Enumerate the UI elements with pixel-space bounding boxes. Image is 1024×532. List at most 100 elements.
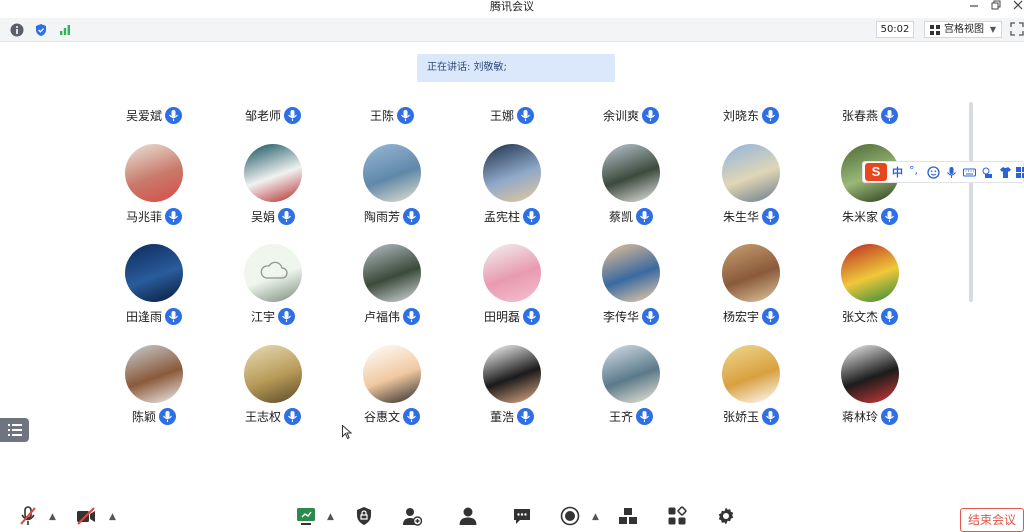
minimize-button[interactable] [964, 0, 984, 14]
input-method-toolbar[interactable]: S 中 °, [862, 161, 1024, 183]
participant-avatar[interactable] [363, 345, 421, 403]
mic-active-icon [881, 308, 898, 325]
participant-name: 朱生华 [723, 210, 760, 224]
participant-name: 谷惠文 [364, 410, 401, 424]
invite-member-icon[interactable] [402, 506, 422, 526]
meeting-timer: 50:02 [876, 21, 914, 38]
participant-name: 吴娟 [251, 210, 276, 224]
participant-avatar[interactable] [602, 244, 660, 302]
participant-name: 王齐 [609, 410, 634, 424]
participant-name: 陶雨芳 [364, 210, 401, 224]
share-screen-icon[interactable] [296, 506, 316, 526]
grid-view-dropdown[interactable]: 宫格视图 ▼ [924, 21, 1002, 38]
emoji-icon[interactable] [927, 166, 940, 179]
window-title: 腾讯会议 [490, 0, 534, 13]
mic-muted-icon[interactable] [18, 506, 38, 526]
participant-name: 余训爽 [603, 109, 640, 123]
mic-active-icon [165, 308, 182, 325]
mic-active-icon [284, 107, 301, 124]
chevron-down-icon: ▼ [989, 25, 996, 34]
mic-active-icon [159, 408, 176, 425]
chevron-up-icon[interactable]: ▲ [327, 512, 334, 522]
mic-active-icon [762, 107, 779, 124]
participant-name: 董浩 [490, 410, 515, 424]
mic-active-icon [278, 308, 295, 325]
chat-icon[interactable] [512, 506, 532, 526]
participant-avatar[interactable] [363, 244, 421, 302]
ime-punctuation[interactable]: °, [909, 164, 918, 177]
participant-name: 江宇 [251, 310, 276, 324]
speaking-indicator: 正在讲话: 刘敬敏; [417, 54, 615, 82]
network-signal-icon[interactable] [58, 23, 72, 37]
participant-name: 杨宏宇 [723, 310, 760, 324]
apps-icon[interactable] [667, 506, 687, 526]
participant-name: 孟宪柱 [484, 210, 521, 224]
list-icon [8, 424, 22, 436]
restore-button[interactable] [986, 0, 1006, 14]
participant-avatar[interactable] [244, 345, 302, 403]
fullscreen-icon[interactable] [1010, 22, 1024, 36]
toolbox-icon[interactable] [1015, 166, 1024, 179]
manage-members-icon[interactable] [458, 506, 478, 526]
grid-scrollbar[interactable] [969, 102, 973, 302]
ime-chinese-mode[interactable]: 中 [892, 164, 903, 180]
close-button[interactable] [1008, 0, 1024, 14]
participant-avatar[interactable] [841, 244, 899, 302]
participant-name: 王志权 [245, 410, 282, 424]
video-off-icon[interactable] [76, 506, 96, 526]
mic-active-icon [762, 208, 779, 225]
voice-icon[interactable] [945, 166, 958, 179]
participant-name: 张娇玉 [723, 410, 760, 424]
chevron-up-icon[interactable]: ▲ [49, 512, 56, 522]
participant-avatar[interactable] [244, 244, 302, 302]
mic-active-icon [403, 208, 420, 225]
participant-avatar[interactable] [125, 144, 183, 202]
participant-name: 田逢雨 [126, 310, 163, 324]
participant-name: 田明磊 [484, 310, 521, 324]
record-icon[interactable] [560, 506, 580, 526]
chevron-up-icon[interactable]: ▲ [109, 512, 116, 522]
participant-avatar[interactable] [125, 345, 183, 403]
participant-avatar[interactable] [483, 144, 541, 202]
bottom-control-bar: ▲ ▲ ▲ ▲ [0, 496, 1024, 527]
participant-avatar[interactable] [722, 345, 780, 403]
mic-active-icon [397, 107, 414, 124]
info-icon[interactable] [10, 23, 24, 37]
mic-active-icon [881, 408, 898, 425]
mouse-cursor-icon [342, 425, 352, 439]
security-icon[interactable] [354, 506, 374, 526]
participant-avatar[interactable] [483, 345, 541, 403]
breakout-room-icon[interactable] [618, 506, 638, 526]
participant-name: 陈颖 [132, 410, 157, 424]
participant-avatar[interactable] [125, 244, 183, 302]
participant-name: 蔡凯 [609, 210, 634, 224]
participant-avatar[interactable] [483, 244, 541, 302]
mic-active-icon [762, 308, 779, 325]
participant-avatar[interactable] [244, 144, 302, 202]
participant-avatar[interactable] [602, 345, 660, 403]
mic-active-icon [636, 208, 653, 225]
participant-name: 朱米家 [842, 210, 879, 224]
shirt-icon[interactable] [999, 166, 1012, 179]
participant-avatar[interactable] [722, 144, 780, 202]
mic-active-icon [165, 208, 182, 225]
participant-name: 刘晓东 [723, 109, 760, 123]
end-meeting-button[interactable]: 结束会议 [960, 508, 1024, 532]
participant-avatar[interactable] [841, 345, 899, 403]
meeting-toolbar: 50:02 宫格视图 ▼ [0, 18, 1024, 42]
mic-active-icon [523, 208, 540, 225]
participant-name: 李传华 [603, 310, 640, 324]
mic-active-icon [762, 408, 779, 425]
mic-active-icon [403, 308, 420, 325]
sogou-logo[interactable]: S [865, 163, 887, 181]
keyboard-icon[interactable] [963, 166, 976, 179]
participant-name: 蒋林玲 [842, 410, 879, 424]
skin-icon[interactable] [981, 166, 994, 179]
settings-gear-icon[interactable] [716, 506, 736, 526]
security-shield-icon[interactable] [34, 23, 48, 37]
participant-avatar[interactable] [602, 144, 660, 202]
participant-avatar[interactable] [722, 244, 780, 302]
participant-avatar[interactable] [363, 144, 421, 202]
member-list-toggle-button[interactable] [0, 418, 29, 442]
chevron-up-icon[interactable]: ▲ [592, 512, 599, 522]
